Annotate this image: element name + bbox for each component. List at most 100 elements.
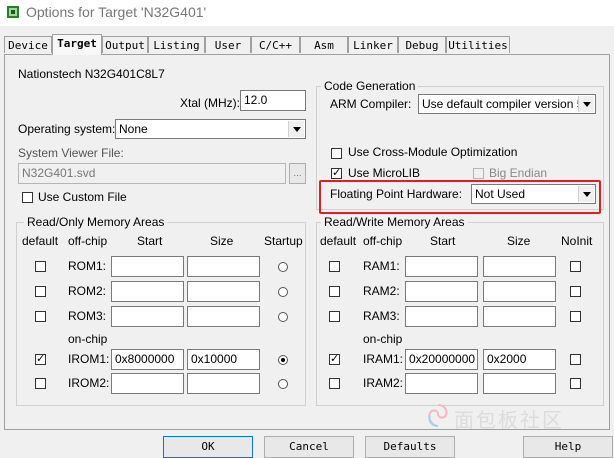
iram2-label: IRAM2:: [363, 376, 404, 390]
ram2-start-input[interactable]: [405, 281, 478, 302]
iram2-default-checkbox[interactable]: [329, 378, 340, 389]
watermark-text: 面包板社区: [454, 410, 564, 432]
ram1-noinit-checkbox[interactable]: [570, 261, 581, 272]
arm-compiler-value: Use default compiler version 5: [422, 97, 584, 111]
arm-compiler-select[interactable]: Use default compiler version 5: [418, 94, 596, 114]
irom2-start-input[interactable]: [111, 373, 184, 394]
rom2-size-input[interactable]: [187, 281, 260, 302]
irom1-start-input[interactable]: 0x8000000: [111, 349, 184, 370]
rom3-start-input[interactable]: [111, 306, 184, 327]
chevron-down-icon[interactable]: [288, 121, 304, 137]
chevron-down-icon[interactable]: [578, 186, 594, 202]
tab-output[interactable]: Output: [102, 36, 148, 53]
rom1-default-checkbox[interactable]: [35, 261, 46, 272]
ram-header-noinit: NoInit: [561, 234, 593, 248]
big-endian-checkbox[interactable]: [473, 168, 484, 179]
help-button[interactable]: Help: [523, 436, 613, 458]
tab-listing[interactable]: Listing: [148, 36, 205, 53]
ram2-label: RAM2:: [363, 284, 400, 298]
ram2-default-checkbox[interactable]: [329, 286, 340, 297]
rom3-label: ROM3:: [68, 309, 107, 323]
chevron-down-icon[interactable]: [578, 96, 594, 112]
rom-header-startup: Startup: [264, 234, 303, 248]
ram-title: Read/Write Memory Areas: [321, 215, 468, 229]
ram3-default-checkbox[interactable]: [329, 311, 340, 322]
tab-debug[interactable]: Debug: [398, 36, 446, 53]
iram1-size-input[interactable]: 0x2000: [483, 349, 556, 370]
svd-label: System Viewer File:: [18, 146, 124, 160]
irom2-default-checkbox[interactable]: [35, 378, 46, 389]
custom-file-checkbox[interactable]: [22, 192, 33, 203]
big-endian-label: Big Endian: [489, 166, 548, 180]
cancel-button[interactable]: Cancel: [264, 436, 354, 458]
rom1-label: ROM1:: [68, 259, 107, 273]
iram2-size-input[interactable]: [483, 373, 556, 394]
code-generation-title: Code Generation: [321, 79, 419, 93]
irom2-size-input[interactable]: [187, 373, 260, 394]
rom2-startup-radio[interactable]: [278, 287, 288, 297]
iram1-noinit-checkbox[interactable]: [570, 354, 581, 365]
rom-header-default: default: [22, 234, 59, 248]
rom-header-start: Start: [137, 234, 163, 248]
rom2-default-checkbox[interactable]: [35, 286, 46, 297]
custom-file-label: Use Custom File: [38, 190, 127, 204]
ok-button[interactable]: OK: [163, 436, 253, 458]
irom2-startup-radio[interactable]: [278, 379, 288, 389]
rom1-startup-radio[interactable]: [278, 262, 288, 272]
ram1-start-input[interactable]: [405, 256, 478, 277]
cross-module-checkbox[interactable]: [331, 148, 342, 159]
cross-module-label: Use Cross-Module Optimization: [348, 145, 518, 159]
tab-asm[interactable]: Asm: [300, 36, 348, 53]
ram-onchip-label: on-chip: [363, 332, 403, 346]
ram-header-size: Size: [507, 234, 531, 248]
rom3-size-input[interactable]: [187, 306, 260, 327]
xtal-label: Xtal (MHz):: [180, 96, 240, 110]
os-select[interactable]: None: [115, 119, 306, 139]
defaults-button[interactable]: Defaults: [365, 436, 455, 458]
ram3-noinit-checkbox[interactable]: [570, 311, 581, 322]
ram2-size-input[interactable]: [483, 281, 556, 302]
tab-utilities[interactable]: Utilities: [446, 36, 510, 53]
tab-user[interactable]: User: [205, 36, 251, 53]
device-name: Nationstech N32G401C8L7: [18, 67, 165, 81]
irom1-default-checkbox[interactable]: [35, 352, 46, 365]
rom-title: Read/Only Memory Areas: [24, 215, 168, 229]
tab-target[interactable]: Target: [52, 34, 102, 55]
tab-device[interactable]: Device: [4, 36, 52, 53]
microlib-label: Use MicroLIB: [348, 166, 421, 180]
rom3-default-checkbox[interactable]: [35, 311, 46, 322]
rom3-startup-radio[interactable]: [278, 312, 288, 322]
irom1-label: IROM1:: [68, 352, 110, 366]
svd-browse-button[interactable]: ...: [289, 163, 306, 184]
iram2-noinit-checkbox[interactable]: [570, 378, 581, 389]
ram-header-default: default: [320, 234, 357, 248]
os-label: Operating system:: [18, 122, 116, 136]
os-value: None: [119, 122, 148, 136]
rom1-start-input[interactable]: [111, 256, 184, 277]
svd-input[interactable]: N32G401.svd: [18, 163, 286, 184]
ram-header-start: Start: [430, 234, 456, 248]
watermark-logo-icon: [428, 404, 448, 427]
xtal-input[interactable]: 12.0: [240, 90, 306, 111]
microlib-checkbox[interactable]: [331, 166, 342, 179]
irom2-label: IROM2:: [68, 376, 110, 390]
iram1-start-input[interactable]: 0x20000000: [405, 349, 478, 370]
ram1-default-checkbox[interactable]: [329, 261, 340, 272]
iram1-default-checkbox[interactable]: [329, 352, 340, 365]
iram2-start-input[interactable]: [405, 373, 478, 394]
ram3-start-input[interactable]: [405, 306, 478, 327]
tab-cc[interactable]: C/C++: [251, 36, 300, 53]
fp-select[interactable]: Not Used: [471, 184, 596, 204]
ram2-noinit-checkbox[interactable]: [570, 286, 581, 297]
rom2-start-input[interactable]: [111, 281, 184, 302]
tab-linker[interactable]: Linker: [348, 36, 398, 53]
irom1-size-input[interactable]: 0x10000: [187, 349, 260, 370]
ram3-label: RAM3:: [363, 309, 400, 323]
irom1-startup-radio[interactable]: [278, 355, 288, 365]
rom-header-size: Size: [210, 234, 234, 248]
rom-header-offchip: off-chip: [68, 234, 108, 248]
fp-value: Not Used: [475, 187, 526, 201]
rom1-size-input[interactable]: [187, 256, 260, 277]
ram3-size-input[interactable]: [483, 306, 556, 327]
ram1-size-input[interactable]: [483, 256, 556, 277]
